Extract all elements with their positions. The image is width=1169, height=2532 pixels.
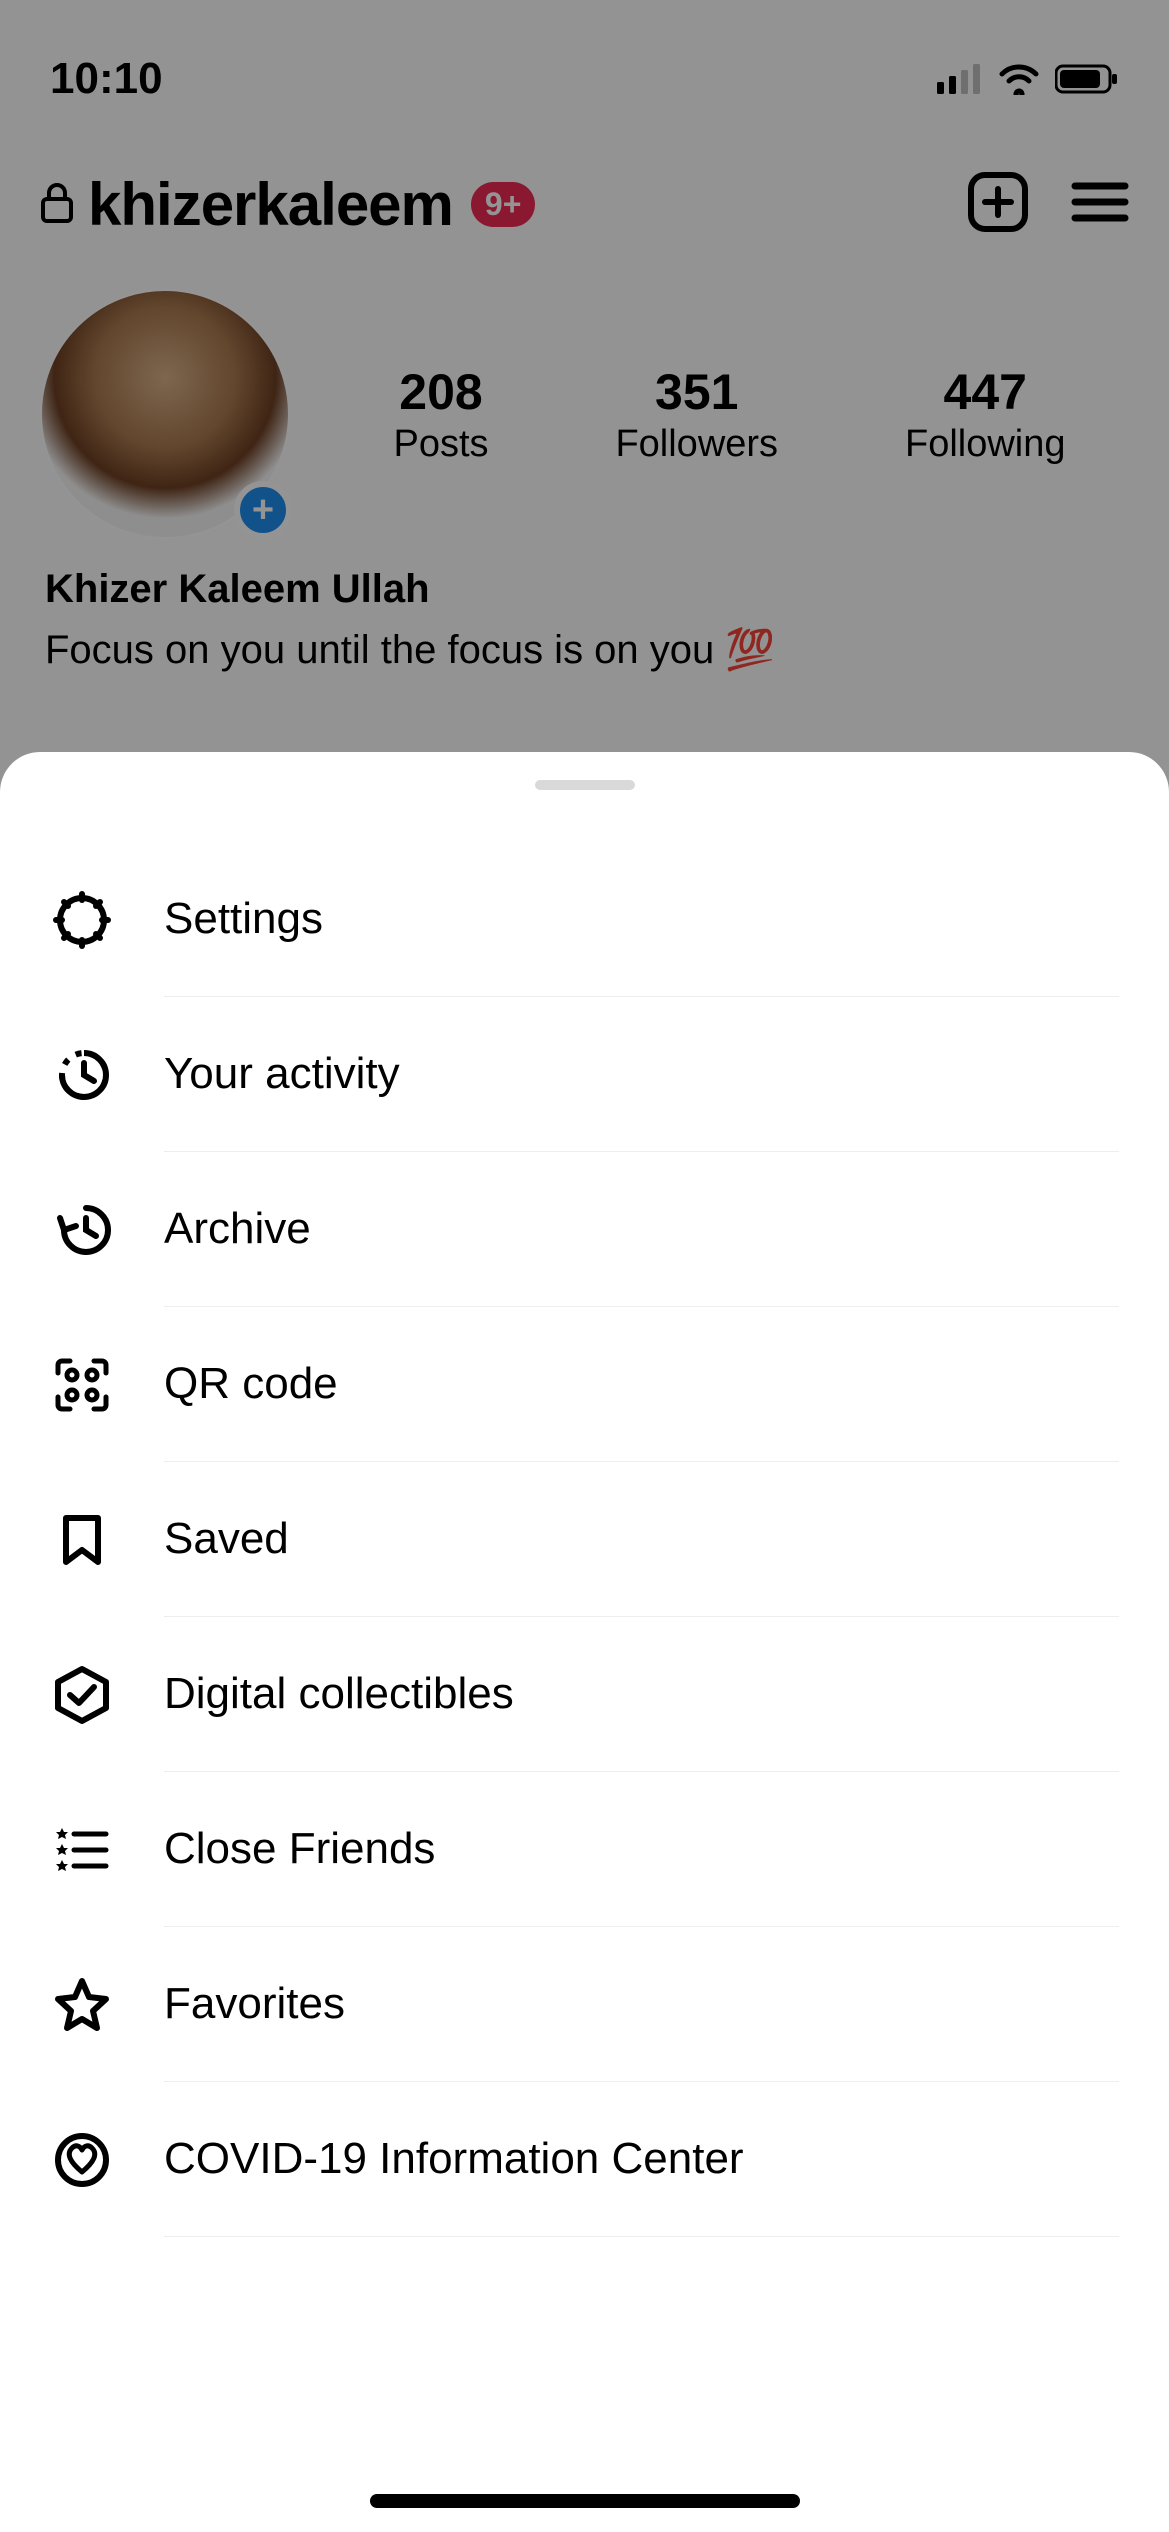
bookmark-icon xyxy=(50,1508,114,1572)
menu-item-qr[interactable]: QR code xyxy=(0,1307,1169,1462)
menu-item-activity[interactable]: Your activity xyxy=(0,997,1169,1152)
menu-item-label: Your activity xyxy=(164,997,1119,1152)
menu-item-settings[interactable]: Settings xyxy=(0,842,1169,997)
menu-item-label: Close Friends xyxy=(164,1772,1119,1927)
collectibles-icon xyxy=(50,1663,114,1727)
menu-item-archive[interactable]: Archive xyxy=(0,1152,1169,1307)
qr-icon xyxy=(50,1353,114,1417)
menu-item-close-friends[interactable]: Close Friends xyxy=(0,1772,1169,1927)
menu-item-label: COVID-19 Information Center xyxy=(164,2082,1119,2237)
menu-item-label: Digital collectibles xyxy=(164,1617,1119,1772)
close-friends-icon xyxy=(50,1818,114,1882)
menu-list: Settings Your activity Archive QR code S xyxy=(0,842,1169,2237)
menu-item-covid[interactable]: COVID-19 Information Center xyxy=(0,2082,1169,2237)
menu-item-label: QR code xyxy=(164,1307,1119,1462)
menu-item-collectibles[interactable]: Digital collectibles xyxy=(0,1617,1169,1772)
star-icon xyxy=(50,1973,114,2037)
menu-item-favorites[interactable]: Favorites xyxy=(0,1927,1169,2082)
menu-item-label: Settings xyxy=(164,842,1119,997)
menu-item-label: Saved xyxy=(164,1462,1119,1617)
gear-icon xyxy=(50,888,114,952)
menu-item-label: Favorites xyxy=(164,1927,1119,2082)
home-indicator[interactable] xyxy=(370,2494,800,2508)
covid-icon xyxy=(50,2128,114,2192)
activity-icon xyxy=(50,1043,114,1107)
sheet-grabber[interactable] xyxy=(535,780,635,790)
menu-sheet: Settings Your activity Archive QR code S xyxy=(0,752,1169,2532)
menu-item-saved[interactable]: Saved xyxy=(0,1462,1169,1617)
menu-item-label: Archive xyxy=(164,1152,1119,1307)
archive-icon xyxy=(50,1198,114,1262)
